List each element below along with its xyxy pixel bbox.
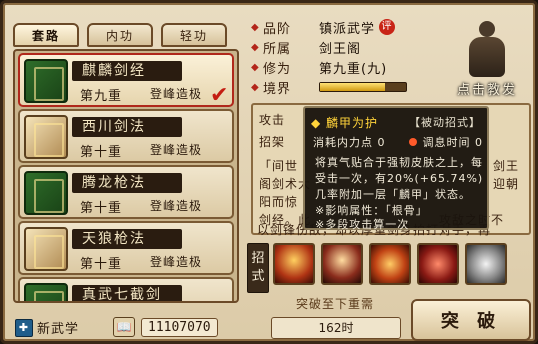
skill-scroll-icon (24, 115, 68, 159)
skill-item-tenglong-spear[interactable]: 腾龙枪法 第十重 登峰造极 (18, 165, 234, 219)
realm-row: ◆ 境界 (251, 77, 451, 97)
breakthrough-time: 162时 (271, 317, 401, 339)
parry-line: 招架 (259, 135, 286, 149)
portrait-caption: 点击教发 (456, 83, 517, 98)
cooldown-stat: 调息时间 0 (408, 134, 484, 150)
skill-window: 套路 内功 轻功 麒麟剑经 第九重 登峰造极 ✔ 西川剑法 第十重 登峰造极 腾… (0, 0, 538, 344)
move-icon-sword-strike[interactable] (321, 243, 363, 285)
breakthrough-button[interactable]: 突 破 (411, 299, 531, 341)
skill-mastery: 登峰造极 (150, 87, 203, 101)
realm-progress-bar (319, 82, 407, 92)
rank-label: 品阶 (263, 21, 292, 37)
realm-progress-fill (320, 83, 385, 91)
move-icon-red-slash[interactable] (417, 243, 459, 285)
skill-name: 真武七截剑 (72, 285, 182, 301)
tab-routine[interactable]: 套路 (13, 23, 79, 47)
tooltip-text: 受击一次，有20%(+65.74%) (315, 172, 484, 185)
skill-book-icon (24, 171, 68, 215)
diamond-icon: ◆ (251, 41, 260, 53)
desc-line: 剑王 (493, 159, 520, 173)
tooltip-text: 几率附加一层「麟甲」状态。 (315, 188, 471, 201)
skill-item-xichuan-sword[interactable]: 西川剑法 第十重 登峰造极 (18, 109, 234, 163)
new-skill-button[interactable]: ✚ 新武学 (15, 318, 79, 337)
sect-value: 剑王阁 (319, 41, 362, 57)
skill-item-qilin-sword[interactable]: 麒麟剑经 第九重 登峰造极 ✔ (18, 53, 234, 108)
monk-body (469, 37, 505, 77)
cultivation-row: ◆ 修为 第九重(九) (251, 57, 451, 77)
book-icon: 📖 (113, 317, 135, 337)
sect-row: ◆ 所属 剑王阁 (251, 37, 451, 57)
rank-row: ◆ 品阶 镇派武学 评 (251, 17, 451, 37)
realm-label: 境界 (263, 81, 292, 97)
sect-label: 所属 (263, 41, 292, 57)
skill-level: 第十重 (80, 145, 123, 160)
skill-mastery: 登峰造极 (150, 199, 203, 213)
skill-item-zhenwu-sword[interactable]: 真武七截剑 (18, 277, 234, 301)
skill-mastery: 登峰造极 (150, 255, 203, 269)
breakthrough-requirement: 突破至下重需 (295, 297, 374, 311)
diamond-icon: ◆ (251, 61, 260, 73)
skill-book-icon (24, 59, 68, 103)
tab-inner-skill[interactable]: 内功 (87, 23, 153, 47)
skill-level: 第十重 (80, 201, 123, 216)
rate-badge[interactable]: 评 (379, 19, 396, 35)
skill-book-icon (24, 283, 68, 301)
skill-level: 第九重 (80, 89, 123, 104)
move-icon-fire-fist[interactable] (273, 243, 315, 285)
skill-level: 第十重 (80, 257, 123, 272)
skill-points: 📖 11107070 (113, 317, 218, 337)
tooltip-title: ◆ 麟甲为护 (311, 116, 379, 130)
skill-mastery: 登峰造极 (150, 143, 203, 157)
diamond-icon: ◆ (251, 21, 260, 33)
cultivation-value: 第九重(九) (319, 61, 388, 77)
rank-value: 镇派武学 (319, 21, 376, 37)
tooltip-stats: 消耗内力点 0 调息时间 0 (313, 134, 483, 150)
tooltip-tag: 【被动招式】 (409, 116, 481, 129)
equipped-check-icon: ✔ (210, 83, 229, 108)
desc-line: 「间世 (259, 159, 299, 173)
tooltip-text: ※多段攻击算一次 (315, 218, 410, 231)
move-tooltip: ◆ 麟甲为护 【被动招式】 消耗内力点 0 调息时间 0 将真气贴合于强韧皮肤之… (303, 106, 489, 231)
skill-info: ◆ 品阶 镇派武学 评 ◆ 所属 剑王阁 ◆ 修为 第九重(九) ◆ 境界 (251, 17, 451, 97)
moves-label: 招式 (247, 243, 269, 293)
move-icon-whirlwind[interactable] (465, 243, 507, 285)
tab-lightness-skill[interactable]: 轻功 (161, 23, 227, 47)
move-icon-flame-burst[interactable] (369, 243, 411, 285)
desc-line: 阳而惊 (259, 195, 299, 209)
skill-name: 天狼枪法 (72, 229, 182, 249)
skill-points-value: 11107070 (141, 317, 218, 337)
attack-line: 攻击 (259, 113, 286, 127)
tooltip-text: 将真气贴合于强韧皮肤之上，每 (315, 156, 483, 169)
monk-figure (465, 21, 509, 81)
skill-item-tianlang-spear[interactable]: 天狼枪法 第十重 登峰造极 (18, 221, 234, 275)
new-book-icon: ✚ (15, 318, 33, 337)
cost-stat: 消耗内力点 0 (313, 134, 386, 150)
cooldown-dot-icon (408, 138, 417, 146)
skill-name: 西川剑法 (72, 117, 182, 137)
skill-name: 腾龙枪法 (72, 173, 182, 193)
skill-name: 麒麟剑经 (72, 61, 182, 81)
cultivation-label: 修为 (263, 61, 292, 77)
desc-line: 迎朝 (493, 177, 520, 191)
diamond-icon: ◆ (251, 81, 260, 93)
skill-list[interactable]: 麒麟剑经 第九重 登峰造极 ✔ 西川剑法 第十重 登峰造极 腾龙枪法 第十重 登… (13, 49, 239, 303)
new-skill-label: 新武学 (37, 322, 80, 337)
master-portrait[interactable]: 点击教发 (441, 19, 533, 99)
cooldown-label: 调息时间 (422, 136, 471, 149)
cost-label: 消耗内力点 (313, 136, 373, 149)
skill-scroll-icon (24, 227, 68, 271)
cost-value: 0 (377, 136, 386, 149)
cooldown-value: 0 (475, 136, 483, 149)
monk-head (479, 21, 495, 37)
category-tabs: 套路 内功 轻功 (13, 23, 227, 47)
